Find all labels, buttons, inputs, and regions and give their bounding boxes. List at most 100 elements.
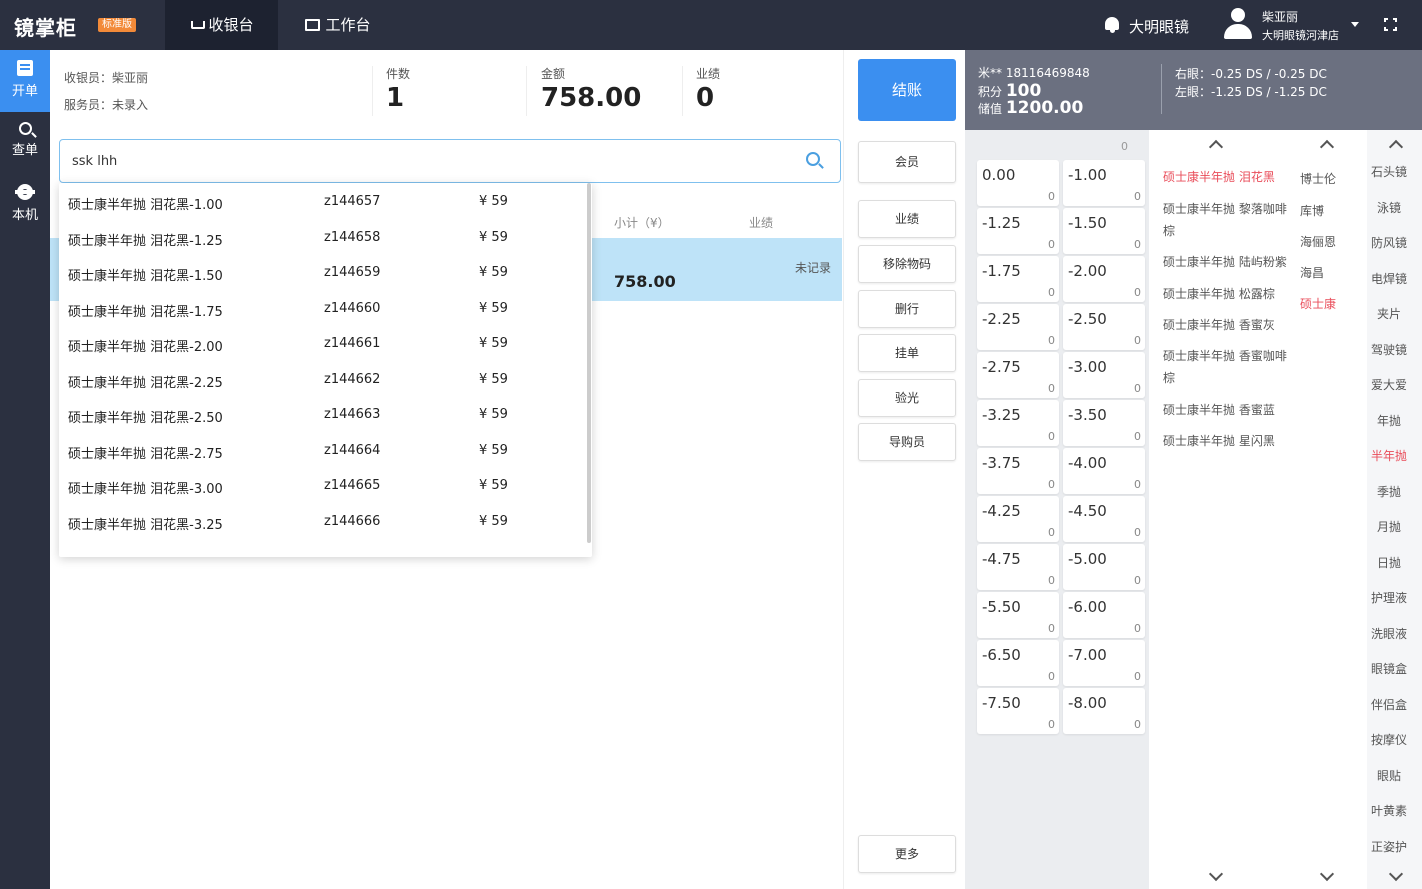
fullscreen-icon[interactable] <box>1383 17 1398 32</box>
amount-value: 758.00 <box>541 83 642 113</box>
item-price: ¥ 59 <box>479 478 508 493</box>
dropdown-item[interactable]: 硕士康半年抛 泪花黑-3.00 z144665 ¥ 59 <box>59 467 579 502</box>
degree-card[interactable]: 0.00 0 <box>977 160 1059 206</box>
degree-card[interactable]: -4.25 0 <box>977 496 1059 542</box>
category-item[interactable]: 月抛 <box>1367 518 1411 535</box>
sidebar-item-query[interactable]: 查单 <box>0 112 50 174</box>
category-item[interactable]: 季抛 <box>1367 483 1411 500</box>
category-item[interactable]: 洗眼液 <box>1367 625 1411 642</box>
guide-button[interactable]: 导购员 <box>858 423 956 461</box>
degree-card[interactable]: -4.50 0 <box>1063 496 1145 542</box>
sidebar: 开单 查单 本机 <box>0 50 50 889</box>
chevron-down-icon[interactable] <box>1351 22 1359 27</box>
product-item[interactable]: 硕士康半年抛 香蜜咖啡棕 <box>1163 345 1291 389</box>
category-item[interactable]: 半年抛 <box>1367 447 1411 464</box>
balance-value: 1200.00 <box>1005 98 1084 118</box>
category-item[interactable]: 电焊镜 <box>1367 270 1411 287</box>
subtotal-header: 小计（¥） <box>614 216 670 230</box>
category-item[interactable]: 爱大爱 <box>1367 376 1411 393</box>
scrollbar[interactable] <box>587 183 591 543</box>
degree-card[interactable]: -7.50 0 <box>977 688 1059 734</box>
product-item[interactable]: 硕士康半年抛 香蜜蓝 <box>1163 399 1291 421</box>
degree-card[interactable]: -5.00 0 <box>1063 544 1145 590</box>
degree-count: 0 <box>1134 430 1141 443</box>
dropdown-item[interactable]: 硕士康半年抛 泪花黑-2.00 z144661 ¥ 59 <box>59 325 579 360</box>
category-item[interactable]: 夹片 <box>1367 305 1411 322</box>
item-price: ¥ 59 <box>479 300 508 316</box>
category-item[interactable]: 防风镜 <box>1367 234 1411 251</box>
category-item[interactable]: 泳镜 <box>1367 199 1411 216</box>
search-icon[interactable] <box>806 152 820 166</box>
more-button[interactable]: 更多 <box>858 835 956 873</box>
category-item[interactable]: 护理液 <box>1367 589 1411 606</box>
perf-button[interactable]: 业绩 <box>858 200 956 238</box>
brand-item[interactable]: 硕士康 <box>1300 295 1336 312</box>
degree-card[interactable]: -2.50 0 <box>1063 304 1145 350</box>
degree-card[interactable]: -7.00 0 <box>1063 640 1145 686</box>
brand-item[interactable]: 博士伦 <box>1300 170 1336 187</box>
degree-card[interactable]: -4.00 0 <box>1063 448 1145 494</box>
delete-row-button[interactable]: 删行 <box>858 290 956 328</box>
dropdown-item[interactable]: 硕士康半年抛 泪花黑-1.50 z144659 ¥ 59 <box>59 254 579 289</box>
degree-card[interactable]: -6.00 0 <box>1063 592 1145 638</box>
degree-card[interactable]: -2.75 0 <box>977 352 1059 398</box>
tab-workbench[interactable]: 工作台 <box>293 0 383 50</box>
remove-code-button[interactable]: 移除物码 <box>858 245 956 283</box>
degree-card[interactable]: -2.25 0 <box>977 304 1059 350</box>
category-item[interactable]: 日抛 <box>1367 554 1411 571</box>
product-item[interactable]: 硕士康半年抛 陆屿粉紫 <box>1163 251 1291 273</box>
dropdown-item[interactable]: 硕士康半年抛 泪花黑-3.25 z144666 ¥ 59 <box>59 503 579 538</box>
sidebar-item-new-order[interactable]: 开单 <box>0 50 50 112</box>
degree-card[interactable]: -5.50 0 <box>977 592 1059 638</box>
category-item[interactable]: 伴侣盒 <box>1367 696 1411 713</box>
dropdown-item[interactable]: 硕士康半年抛 泪花黑-1.75 z144660 ¥ 59 <box>59 290 579 325</box>
dropdown-item[interactable]: 硕士康半年抛 泪花黑-2.75 z144664 ¥ 59 <box>59 432 579 467</box>
dropdown-item[interactable]: 硕士康半年抛 泪花黑-2.25 z144662 ¥ 59 <box>59 361 579 396</box>
degree-card[interactable]: -1.75 0 <box>977 256 1059 302</box>
item-code: z144657 <box>324 194 381 209</box>
degree-card[interactable]: -3.50 0 <box>1063 400 1145 446</box>
bell-icon[interactable] <box>1103 16 1121 34</box>
dropdown-item[interactable]: 硕士康半年抛 泪花黑-2.50 z144663 ¥ 59 <box>59 396 579 431</box>
category-item[interactable]: 正姿护 <box>1367 838 1411 855</box>
search-input[interactable]: ssk lhh <box>59 139 841 183</box>
search-dropdown: 硕士康半年抛 泪花黑-1.00 z144657 ¥ 59 硕士康半年抛 泪花黑-1.… <box>59 183 592 557</box>
brand-item[interactable]: 海昌 <box>1300 264 1324 281</box>
category-item[interactable]: 石头镜 <box>1367 163 1411 180</box>
product-item[interactable]: 硕士康半年抛 泪花黑 <box>1163 166 1291 188</box>
category-item[interactable]: 年抛 <box>1367 412 1411 429</box>
tab-cashier[interactable]: 收银台 <box>165 0 278 50</box>
degree-count: 0 <box>1048 622 1055 635</box>
degree-card[interactable]: -3.00 0 <box>1063 352 1145 398</box>
degree-card[interactable]: -6.50 0 <box>977 640 1059 686</box>
member-button[interactable]: 会员 <box>858 141 956 183</box>
category-item[interactable]: 眼镜盒 <box>1367 660 1411 677</box>
checkout-button[interactable]: 结账 <box>858 59 956 121</box>
product-item[interactable]: 硕士康半年抛 香蜜灰 <box>1163 314 1291 336</box>
brand-item[interactable]: 库博 <box>1300 202 1324 219</box>
degree-card[interactable]: -1.25 0 <box>977 208 1059 254</box>
degree-card[interactable]: -3.25 0 <box>977 400 1059 446</box>
product-item[interactable]: 硕士康半年抛 黎落咖啡棕 <box>1163 198 1291 242</box>
sidebar-item-local[interactable]: 本机 <box>0 174 50 236</box>
degree-card[interactable]: -1.00 0 <box>1063 160 1145 206</box>
degree-card[interactable]: -1.50 0 <box>1063 208 1145 254</box>
brand-item[interactable]: 海俪恩 <box>1300 233 1336 250</box>
avatar[interactable] <box>1221 8 1255 42</box>
degree-card[interactable]: -8.00 0 <box>1063 688 1145 734</box>
category-item[interactable]: 眼贴 <box>1367 767 1411 784</box>
item-code: z144658 <box>324 229 381 245</box>
hold-order-button[interactable]: 挂单 <box>858 334 956 372</box>
product-item[interactable]: 硕士康半年抛 星闪黑 <box>1163 430 1291 452</box>
category-item[interactable]: 按摩仪 <box>1367 731 1411 748</box>
category-item[interactable]: 驾驶镜 <box>1367 341 1411 358</box>
dropdown-item[interactable]: 硕士康半年抛 泪花黑-1.00 z144657 ¥ 59 <box>59 183 579 218</box>
dropdown-item[interactable]: 硕士康半年抛 泪花黑-1.25 z144658 ¥ 59 <box>59 219 579 254</box>
category-item[interactable]: 叶黄素 <box>1367 802 1411 819</box>
product-item[interactable]: 硕士康半年抛 松露棕 <box>1163 283 1291 305</box>
sidebar-item-label: 开单 <box>11 84 38 99</box>
degree-card[interactable]: -4.75 0 <box>977 544 1059 590</box>
degree-card[interactable]: -3.75 0 <box>977 448 1059 494</box>
optometry-button[interactable]: 验光 <box>858 379 956 417</box>
degree-card[interactable]: -2.00 0 <box>1063 256 1145 302</box>
